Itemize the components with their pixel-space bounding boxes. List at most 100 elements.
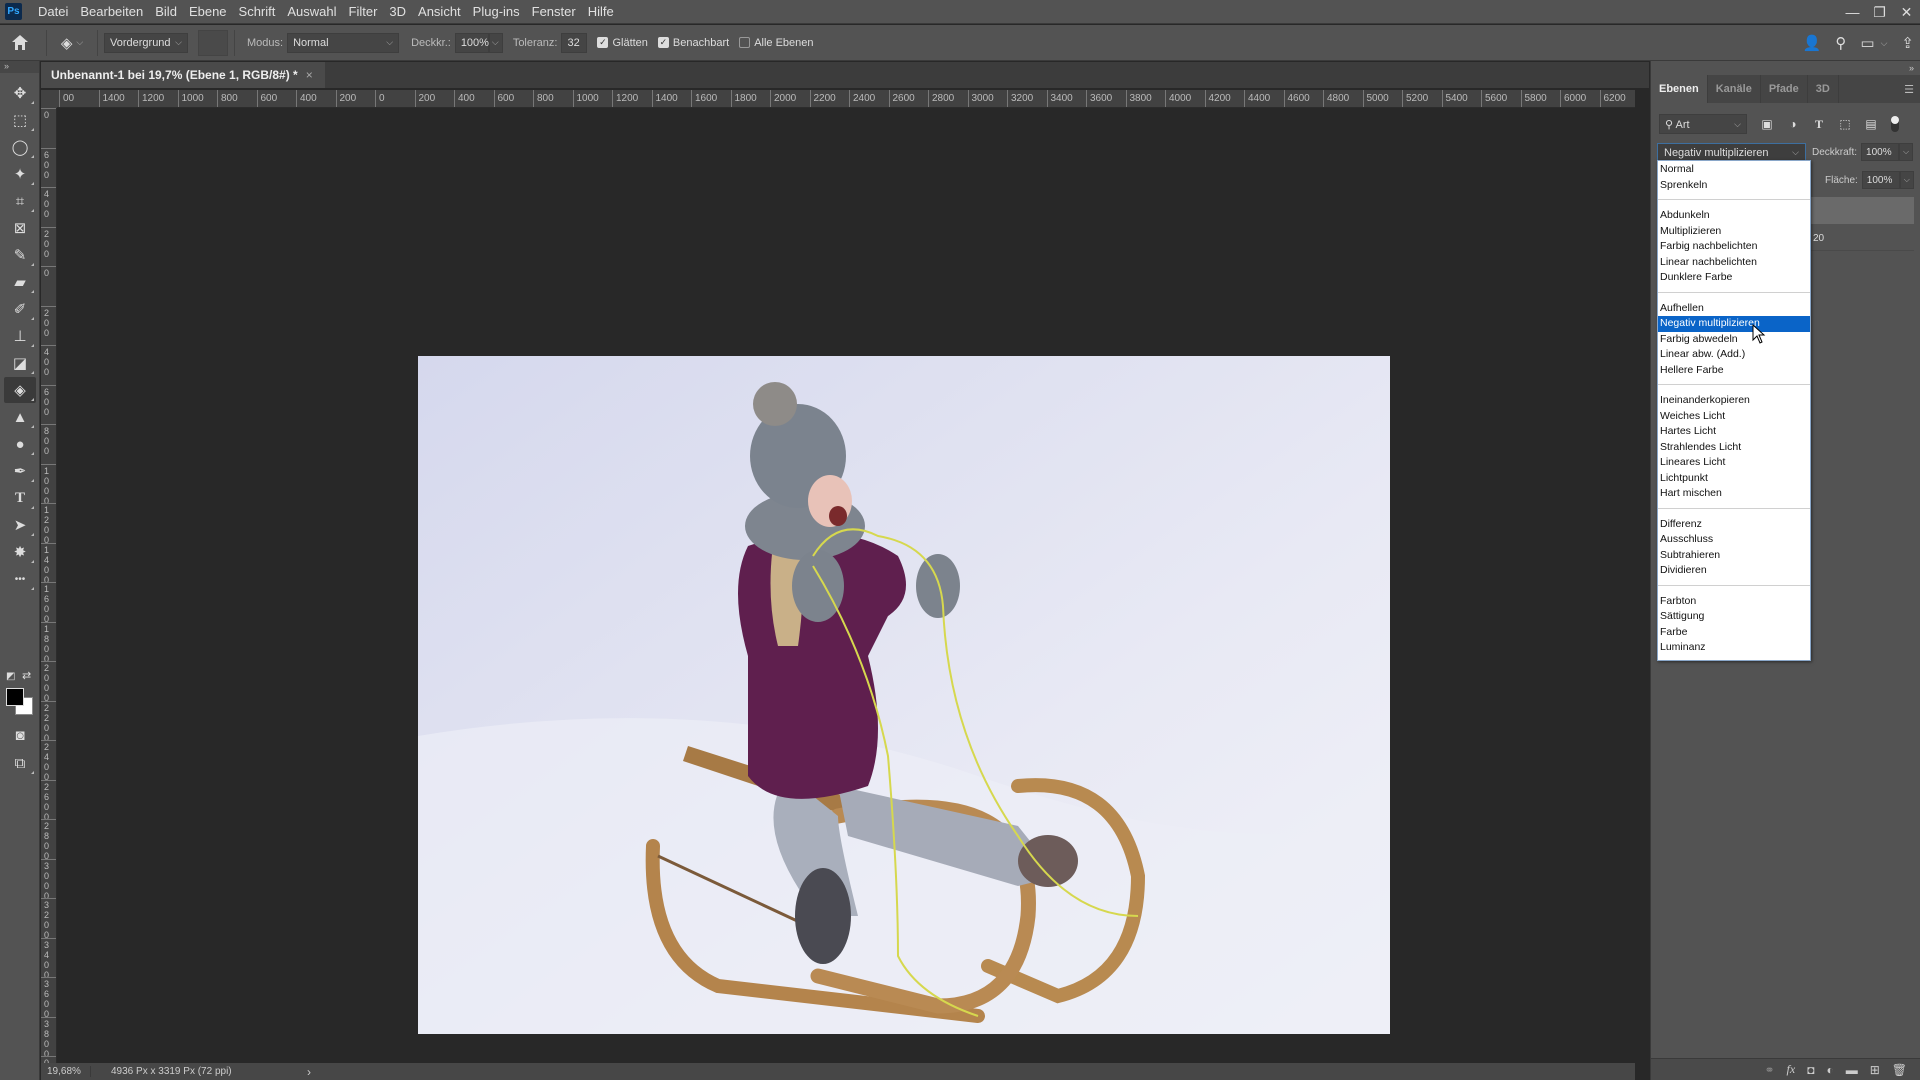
filter-kind-select[interactable]: ⚲ Art ⌵ [1659,114,1747,134]
menu-bild[interactable]: Bild [149,0,183,24]
blend-mode-option[interactable]: Subtrahieren [1658,548,1810,564]
eyedropper-tool[interactable]: ✎ [4,242,36,268]
swap-colors-icon[interactable]: ⇄ [22,669,31,682]
layer-opacity-input[interactable]: 100% [1861,143,1900,161]
blend-mode-option[interactable]: Differenz [1658,517,1810,533]
layer-row-selected[interactable] [1811,197,1914,224]
blend-mode-option[interactable]: Negativ multiplizieren [1658,316,1810,332]
blend-mode-option[interactable]: Dividieren [1658,563,1810,579]
filter-toggle[interactable] [1891,116,1899,132]
tab-3d[interactable]: 3D [1808,75,1839,103]
blend-mode-option[interactable]: Strahlendes Licht [1658,440,1810,456]
blend-mode-option[interactable]: Dunklere Farbe [1658,270,1810,286]
path-selection-tool[interactable]: ➤ [4,512,36,538]
menu-schrift[interactable]: Schrift [233,0,282,24]
opacity-dropdown[interactable]: ⌵ [488,32,503,53]
menu-datei[interactable]: Datei [32,0,74,24]
checkbox-checked-icon[interactable]: ✓ [597,37,609,48]
adjustment-layer-icon[interactable]: ◐ [1826,1063,1833,1077]
minimize-button[interactable]: — [1839,0,1866,24]
menu-filter[interactable]: Filter [343,0,384,24]
checkbox-alle-ebenen[interactable]: Alle Ebenen [739,37,814,49]
blend-mode-option[interactable]: Ineinanderkopieren [1658,393,1810,409]
pattern-picker[interactable] [198,29,228,56]
document-image[interactable] [418,356,1390,1034]
blend-mode-option[interactable]: Sättigung [1658,609,1810,625]
crop-tool[interactable]: ⌗ [4,188,36,214]
menu-ebene[interactable]: Ebene [183,0,233,24]
blend-mode-option[interactable]: Normal [1658,162,1810,178]
magic-wand-tool[interactable]: ✦ [4,161,36,187]
dodge-tool[interactable]: ● [4,431,36,457]
frame-tool[interactable]: ⊠ [4,215,36,241]
close-window-button[interactable]: ✕ [1893,0,1920,24]
blend-mode-option[interactable]: Luminanz [1658,640,1810,656]
blend-mode-option[interactable]: Lichtpunkt [1658,471,1810,487]
clone-stamp-tool[interactable]: ⊥ [4,323,36,349]
collapse-panel-icon[interactable]: » [1909,63,1914,73]
quick-mask-button[interactable]: ◙ [4,722,36,748]
menu-hilfe[interactable]: Hilfe [582,0,620,24]
blend-mode-option[interactable]: Weiches Licht [1658,409,1810,425]
move-tool[interactable]: ✥ [4,80,36,106]
filter-adjustment-icon[interactable]: ◑ [1787,117,1799,131]
screen-mode-button[interactable]: ⧉ [4,750,36,776]
menu-fenster[interactable]: Fenster [526,0,582,24]
layer-row[interactable]: 20 [1811,227,1914,251]
layer-opacity-dropdown[interactable]: ⌵ [1899,143,1914,161]
opacity-input[interactable]: 100% [454,32,489,53]
more-tools[interactable]: ••• [4,566,36,592]
pen-tool[interactable]: ✒ [4,458,36,484]
mode-select[interactable]: Normal ⌵ [287,32,400,53]
brush-tool[interactable]: ✐ [4,296,36,322]
blend-mode-option[interactable]: Hellere Farbe [1658,363,1810,379]
filter-smart-object-icon[interactable]: ▤ [1865,117,1877,131]
document-tab[interactable]: Unbenannt-1 bei 19,7% (Ebene 1, RGB/8#) … [41,62,325,88]
share-user-icon[interactable]: 👤 [1803,34,1822,52]
restore-button[interactable]: ❐ [1866,0,1893,24]
home-button[interactable] [0,35,40,50]
custom-shape-tool[interactable]: ✸ [4,539,36,565]
blend-mode-option[interactable]: Farbig nachbelichten [1658,239,1810,255]
checkbox-benachbart[interactable]: ✓ Benachbart [657,37,729,49]
default-colors-icon[interactable]: ◩ [6,671,15,682]
blend-mode-option[interactable]: Farbe [1658,625,1810,641]
layer-fill-dropdown[interactable]: ⌵ [1899,171,1914,189]
lasso-tool[interactable]: ◯ [4,134,36,160]
new-group-folder-icon[interactable]: ▬ [1846,1063,1858,1077]
close-tab-icon[interactable]: × [306,68,313,82]
filter-type-icon[interactable]: T [1813,117,1825,132]
tolerance-input[interactable]: 32 [561,32,588,53]
blend-mode-option[interactable]: Aufhellen [1658,301,1810,317]
trash-icon[interactable]: 🗑 [1892,1063,1907,1077]
layer-fill-input[interactable]: 100% [1861,171,1900,189]
blend-mode-option[interactable]: Lineares Licht [1658,455,1810,471]
tab-pfade[interactable]: Pfade [1761,75,1808,103]
new-layer-icon[interactable]: ⊞ [1870,1063,1880,1077]
fill-source-select[interactable]: Vordergrund ⌵ [104,32,188,53]
menu-plug-ins[interactable]: Plug-ins [467,0,526,24]
fx-icon[interactable]: fx [1787,1062,1796,1077]
blend-mode-option[interactable]: Abdunkeln [1658,208,1810,224]
collapse-tools-icon[interactable]: » [0,61,39,73]
tool-preset-picker[interactable]: ◈ ⌵ [53,34,91,52]
horizontal-ruler[interactable]: 00 1400 1200 1000 800 600 400 200 0 200 400 600 800 1… [57,90,1635,108]
paint-bucket-tool[interactable]: ◈ [4,377,36,403]
filter-shape-icon[interactable]: ⬚ [1839,117,1851,131]
blend-mode-option[interactable]: Ausschluss [1658,532,1810,548]
add-mask-icon[interactable]: ◘ [1807,1063,1814,1077]
status-menu-arrow-icon[interactable]: › [307,1065,311,1079]
eraser-tool[interactable]: ◪ [4,350,36,376]
tab-kan-le[interactable]: Kanäle [1708,75,1761,103]
menu-bearbeiten[interactable]: Bearbeiten [74,0,149,24]
menu-3d[interactable]: 3D [383,0,412,24]
menu-auswahl[interactable]: Auswahl [281,0,342,24]
zoom-level[interactable]: 19,68% [41,1066,91,1077]
checkbox-gl-tten[interactable]: ✓ Glätten [597,37,648,49]
blend-mode-option[interactable]: Hart mischen [1658,486,1810,502]
type-tool[interactable]: T [4,485,36,511]
canvas-area[interactable] [58,109,1635,1062]
blend-mode-option[interactable]: Linear nachbelichten [1658,255,1810,271]
healing-brush-tool[interactable]: ▰ [4,269,36,295]
tab-ebenen[interactable]: Ebenen [1651,75,1708,103]
